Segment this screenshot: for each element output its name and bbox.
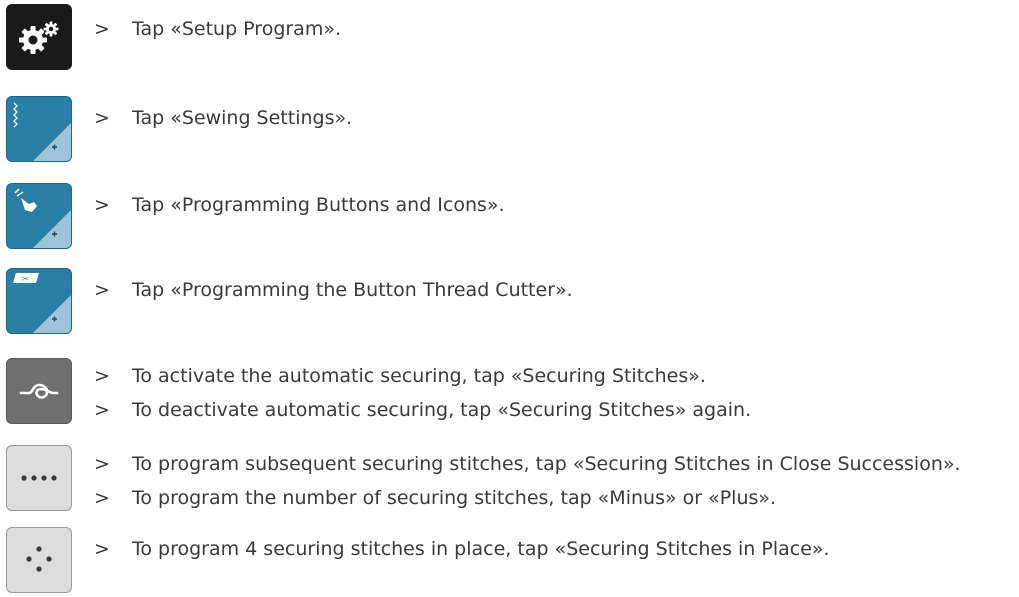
- dots-cross-icon: [26, 546, 52, 572]
- step-text: To program 4 securing stitches in place,…: [132, 538, 830, 560]
- step-text: Tap «Setup Program».: [132, 18, 341, 40]
- dots-row-icon: [21, 475, 57, 481]
- step-text: Tap «Sewing Settings».: [132, 107, 353, 129]
- step-text: To program subsequent securing stitches,…: [132, 453, 961, 475]
- step-arrow: >: [94, 487, 110, 509]
- step-arrow: >: [94, 194, 110, 216]
- instruction-step: > To activate the automatic securing, tap…: [94, 361, 706, 391]
- step-arrow: >: [94, 365, 110, 387]
- stitch-settings-icon: [13, 102, 71, 161]
- thread-cutter-button[interactable]: ✂: [6, 268, 72, 334]
- instruction-step: > To deactivate automatic securing, tap «…: [94, 395, 751, 425]
- knot-icon: [19, 383, 59, 399]
- step-arrow: >: [94, 538, 110, 560]
- instruction-step: > Tap «Programming Buttons and Icons».: [94, 190, 505, 220]
- step-arrow: >: [94, 107, 110, 129]
- step-text: To deactivate automatic securing, tap «S…: [132, 399, 752, 421]
- step-arrow: >: [94, 453, 110, 475]
- securing-stitches-button[interactable]: [6, 358, 72, 424]
- close-succession-button[interactable]: [6, 445, 72, 511]
- programming-buttons-icons-button[interactable]: [6, 183, 72, 249]
- gears-icon: [19, 21, 59, 54]
- instruction-step: > Tap «Setup Program».: [94, 14, 341, 44]
- step-text: Tap «Programming Buttons and Icons».: [132, 194, 505, 216]
- scissors-button-icon: ✂: [13, 273, 71, 333]
- instruction-step: > Tap «Programming the Button Thread Cutt…: [94, 275, 573, 305]
- step-text: To activate the automatic securing, tap …: [132, 365, 706, 387]
- instruction-step: > To program the number of securing stitc…: [94, 483, 776, 513]
- step-arrow: >: [94, 399, 110, 421]
- instruction-step: > To program subsequent securing stitches…: [94, 449, 961, 479]
- step-text: To program the number of securing stitch…: [132, 487, 777, 509]
- svg-text:✂: ✂: [22, 275, 29, 284]
- setup-program-button[interactable]: [6, 4, 72, 70]
- sewing-settings-button[interactable]: [6, 96, 72, 162]
- step-arrow: >: [94, 279, 110, 301]
- step-arrow: >: [94, 18, 110, 40]
- in-place-button[interactable]: [6, 527, 72, 593]
- instruction-step: > Tap «Sewing Settings».: [94, 103, 352, 133]
- instruction-step: > To program 4 securing stitches in place…: [94, 534, 830, 564]
- tap-hand-icon: [14, 188, 71, 248]
- step-text: Tap «Programming the Button Thread Cutte…: [132, 279, 573, 301]
